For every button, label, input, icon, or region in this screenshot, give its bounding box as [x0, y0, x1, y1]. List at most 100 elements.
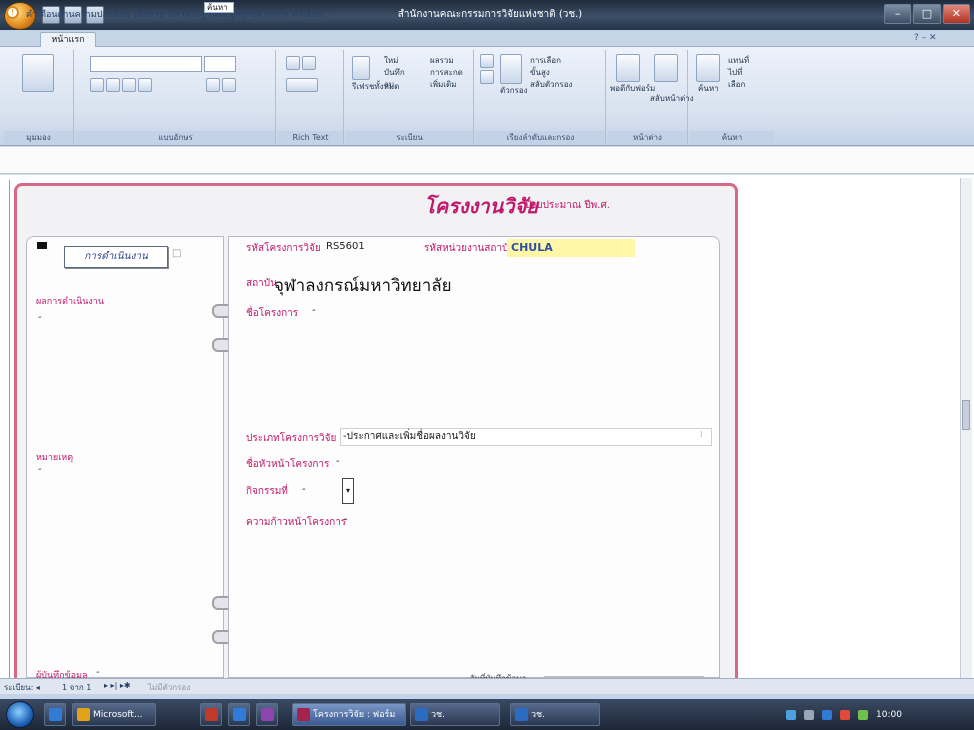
delete-button[interactable]: ลบ: [384, 78, 394, 91]
font-color-icon[interactable]: [138, 78, 152, 92]
update-icon[interactable]: [858, 710, 868, 720]
ribbon-tab-row: [0, 30, 974, 47]
find-icon[interactable]: [696, 54, 720, 82]
taskbar-button[interactable]: [200, 703, 222, 726]
taskbar-label: วช.: [531, 710, 546, 720]
tab-home[interactable]: หน้าแรก: [40, 32, 96, 47]
font-name-box[interactable]: [90, 56, 202, 72]
app-icon: [233, 708, 246, 721]
taskbar-button[interactable]: วช.: [410, 703, 500, 726]
taskbar-label: วช.: [431, 710, 446, 720]
maximize-button[interactable]: □: [913, 4, 941, 24]
sort-descending-icon[interactable]: [480, 70, 494, 84]
help-icon[interactable]: ? – ✕: [914, 33, 968, 45]
checkbox-icon[interactable]: □: [172, 248, 181, 259]
record-search-input[interactable]: ค้นหา: [204, 2, 234, 13]
align-left-icon[interactable]: [206, 78, 220, 92]
switch-windows-icon[interactable]: [654, 54, 678, 82]
network-icon[interactable]: [786, 710, 796, 720]
group-label: แบบอักษร: [76, 131, 275, 144]
project-lead-field[interactable]: -: [336, 456, 340, 467]
filter-status[interactable]: ไม่มีตัวกรอง: [148, 681, 190, 694]
project-code-field[interactable]: RS5601: [326, 241, 365, 252]
ribbon-group-richtext: Rich Text: [278, 50, 344, 144]
ie-icon: [49, 708, 62, 721]
taskbar-label: Microsoft...: [93, 710, 143, 720]
view-icon[interactable]: [22, 54, 54, 92]
fiscal-year-value: -: [585, 197, 589, 210]
scrollbar-thumb[interactable]: [962, 400, 970, 430]
record-position[interactable]: 1 จาก 1: [62, 681, 91, 694]
group-label: เรียงลำดับและกรอง: [476, 131, 605, 144]
ribbon-group-records: รีเฟรชทั้งหมด ใหม่ บันทึก ลบ ผลรวม การสะ…: [346, 50, 474, 144]
taskbar-label: โครงการวิจัย : ฟอร์ม: [313, 710, 396, 720]
operations-button[interactable]: การดำเนินงาน: [64, 246, 168, 268]
record-nav-buttons[interactable]: ▸ ▸| ▸✱: [104, 681, 131, 690]
security-message-bar: [0, 147, 974, 174]
clock[interactable]: 10:00: [876, 710, 902, 720]
notes-value[interactable]: -: [38, 464, 42, 475]
refresh-icon[interactable]: [352, 56, 370, 80]
language-icon[interactable]: [822, 710, 832, 720]
size-to-fit-icon[interactable]: [616, 54, 640, 82]
project-code-label: รหัสโครงการวิจัย: [246, 243, 321, 254]
volume-icon[interactable]: [804, 710, 814, 720]
record-selector[interactable]: [2, 180, 10, 678]
group-label: Rich Text: [278, 131, 343, 144]
record-date-field[interactable]: [544, 665, 704, 677]
ribbon-group-font: แบบอักษร: [76, 50, 276, 144]
institution-field[interactable]: จุฬาลงกรณ์มหาวิทยาลัย: [274, 272, 452, 299]
word-icon: [515, 708, 528, 721]
taskbar-button[interactable]: Microsoft...: [72, 703, 156, 726]
taskbar-button-active[interactable]: โครงการวิจัย : ฟอร์ม: [292, 703, 406, 726]
italic-icon[interactable]: [106, 78, 120, 92]
more-button[interactable]: เพิ่มเติม: [430, 78, 456, 91]
project-type-combobox[interactable]: -ประกาศและเพิ่มชื่อผลงานวิจัย: [340, 428, 712, 446]
toggle-filter-button[interactable]: สลับตัวกรอง: [530, 78, 572, 91]
group-label: มุมมอง: [4, 131, 73, 144]
results-value[interactable]: -: [38, 312, 42, 323]
activity-field[interactable]: -: [302, 484, 306, 495]
recorder-value[interactable]: -: [96, 667, 100, 678]
project-name-label: ชื่อโครงการ: [246, 308, 299, 319]
security-warning-text: คำเตือนด้านความปลอดภัย เนื้อหาบางส่วนในฐ…: [26, 10, 289, 20]
antivirus-icon[interactable]: [840, 710, 850, 720]
ribbon-group-window: พอดีกับฟอร์ม สลับหน้าต่าง หน้าต่าง: [608, 50, 694, 144]
filter-icon[interactable]: [500, 54, 522, 84]
font-size-box[interactable]: [204, 56, 236, 72]
taskbar-button[interactable]: วช.: [510, 703, 600, 726]
bullets-icon[interactable]: [286, 56, 300, 70]
progress-field[interactable]: -: [344, 514, 348, 525]
notes-label: หมายเหตุ: [36, 453, 74, 463]
select-button[interactable]: เลือก: [728, 78, 745, 91]
options-button[interactable]: ตัวเลือก...: [292, 7, 331, 21]
numbering-icon[interactable]: [302, 56, 316, 70]
bold-icon[interactable]: [90, 78, 104, 92]
window-controls: – □ ✕: [884, 4, 970, 24]
system-tray: 10:00: [786, 706, 966, 724]
app-icon: [205, 708, 218, 721]
app-icon: [261, 708, 274, 721]
activity-dropdown[interactable]: ▾: [342, 478, 354, 504]
org-code-field[interactable]: CHULA: [507, 239, 635, 257]
minimize-button[interactable]: –: [884, 4, 912, 24]
results-label: ผลการดำเนินงาน: [36, 297, 105, 307]
taskbar-ie-icon[interactable]: [44, 703, 66, 726]
dropdown-arrow-icon[interactable]: ⁝: [700, 430, 703, 439]
progress-label: ความก้าวหน้าโครงการ: [246, 517, 347, 528]
project-name-field[interactable]: -: [312, 305, 316, 316]
access-icon: [297, 708, 310, 721]
record-nav-first-button[interactable]: ระเบียน: ◂: [4, 681, 40, 694]
underline-icon[interactable]: [122, 78, 136, 92]
indent-icon[interactable]: [286, 78, 318, 92]
taskbar-button[interactable]: [256, 703, 278, 726]
project-type-label: ประเภทโครงการวิจัย: [246, 433, 337, 444]
align-center-icon[interactable]: [222, 78, 236, 92]
close-button[interactable]: ✕: [942, 4, 970, 24]
warning-icon: !: [6, 6, 19, 19]
start-button[interactable]: [6, 701, 34, 728]
org-code-label: รหัสหน่วยงานสถาบัน: [424, 243, 516, 254]
sort-ascending-icon[interactable]: [480, 54, 494, 68]
taskbar-button[interactable]: [228, 703, 250, 726]
institution-label: สถาบัน: [246, 278, 277, 289]
